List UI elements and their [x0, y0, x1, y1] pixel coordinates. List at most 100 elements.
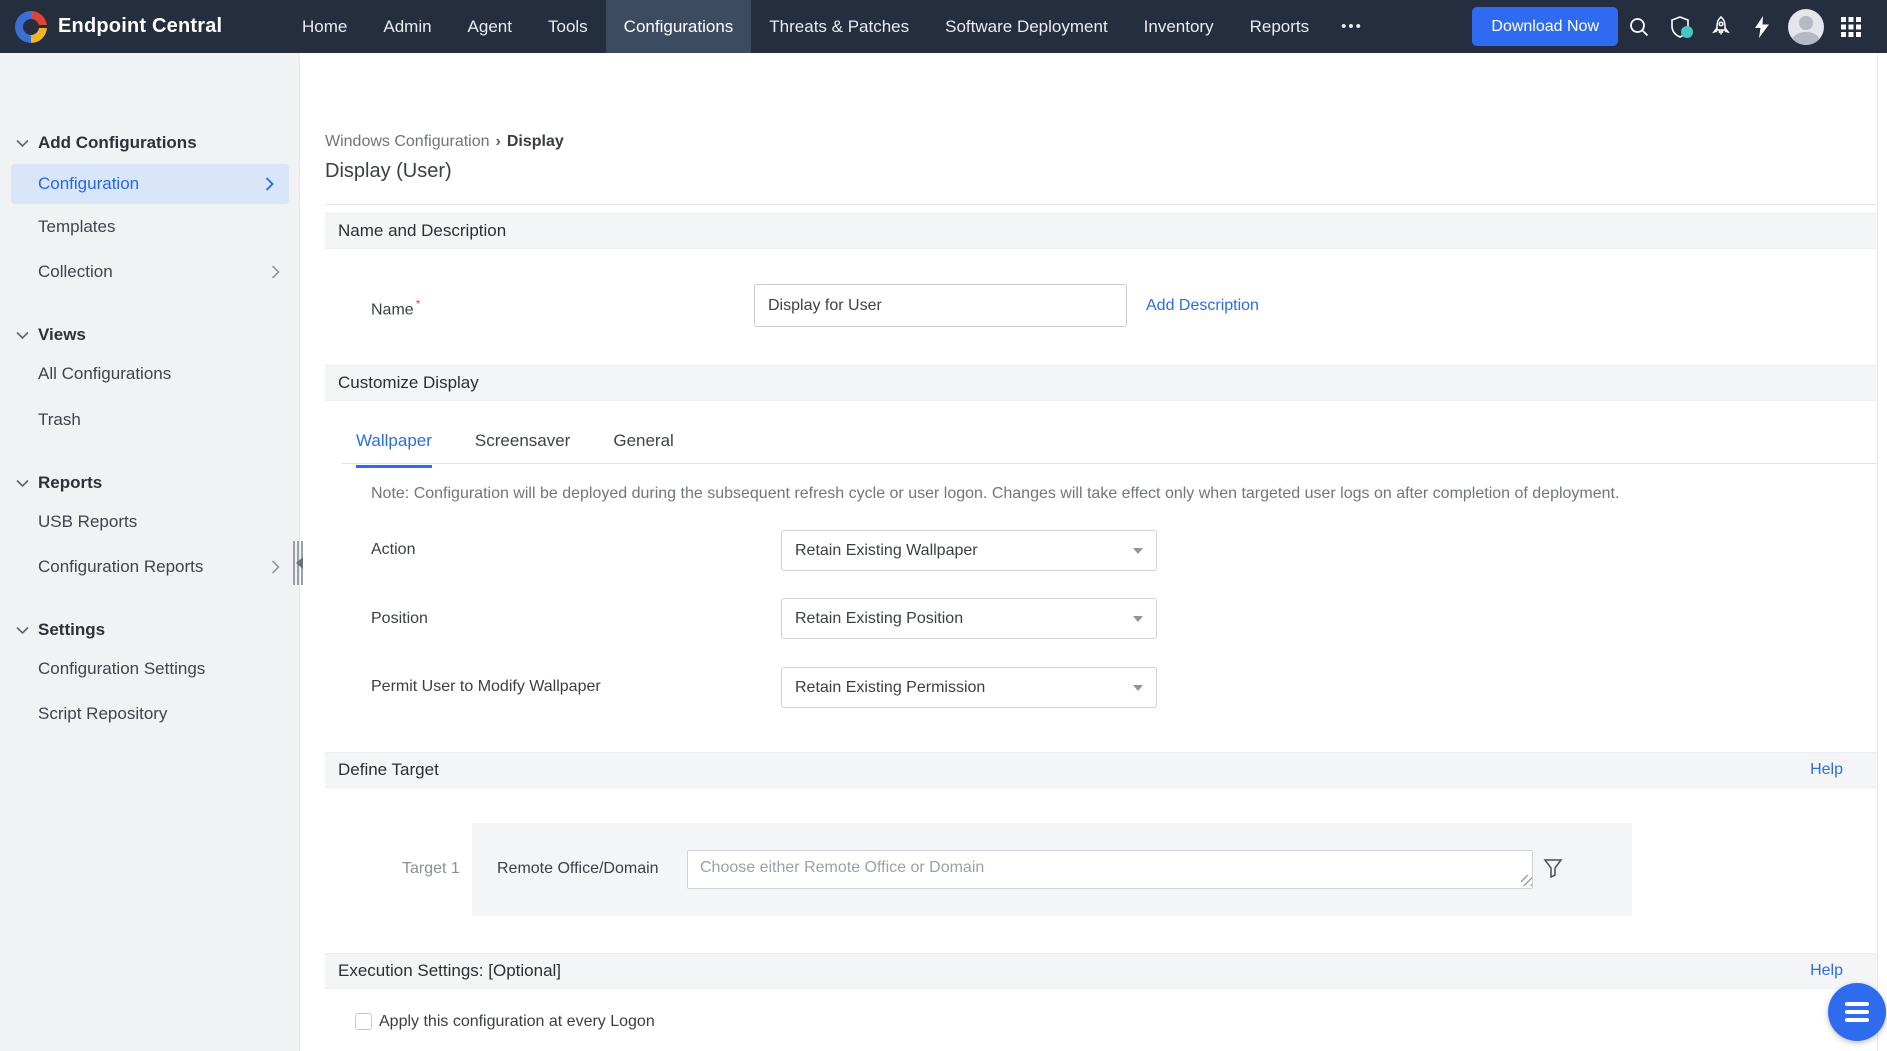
chevron-right-icon — [265, 177, 274, 196]
position-label: Position — [371, 610, 428, 628]
floating-menu-button[interactable] — [1828, 983, 1886, 1041]
breadcrumb-parent[interactable]: Windows Configuration — [325, 133, 490, 151]
sidebar-item-label: Configuration — [38, 174, 139, 194]
user-avatar[interactable] — [1788, 9, 1824, 45]
hamburger-icon — [1845, 1002, 1869, 1006]
sidebar-section-views[interactable]: Views — [0, 315, 300, 355]
action-dropdown-value: Retain Existing Wallpaper — [795, 542, 978, 560]
nav-item-inventory[interactable]: Inventory — [1126, 0, 1232, 53]
lightning-icon[interactable] — [1741, 0, 1782, 53]
sidebar-item-trash[interactable]: Trash — [0, 400, 300, 440]
section-execution-settings: Execution Settings: [Optional] Help — [325, 953, 1878, 989]
sidebar-item-all-configurations[interactable]: All Configurations — [0, 354, 300, 394]
sidebar-item-label: Templates — [38, 217, 115, 237]
permit-modify-dropdown[interactable]: Retain Existing Permission — [781, 667, 1157, 708]
collapse-arrow-icon — [296, 557, 303, 569]
apps-grid-icon[interactable] — [1830, 0, 1871, 53]
nav-item-software-deployment[interactable]: Software Deployment — [927, 0, 1126, 53]
dropdown-caret-icon — [1133, 616, 1143, 622]
sidebar-item-label: Configuration Settings — [38, 659, 205, 679]
apply-every-logon-label[interactable]: Apply this configuration at every Logon — [379, 1013, 655, 1031]
remote-office-domain-label: Remote Office/Domain — [497, 860, 659, 878]
section-title: Define Target — [338, 760, 439, 780]
rocket-icon[interactable] — [1700, 0, 1741, 53]
endpoint-central-app: Endpoint Central Home Admin Agent Tools … — [0, 0, 1887, 1051]
dropdown-caret-icon — [1133, 548, 1143, 554]
sidebar-item-configuration-settings[interactable]: Configuration Settings — [0, 649, 300, 689]
action-dropdown[interactable]: Retain Existing Wallpaper — [781, 530, 1157, 571]
download-now-button[interactable]: Download Now — [1472, 7, 1618, 46]
page-title: Display (User) — [325, 160, 452, 183]
chevron-down-icon — [16, 479, 29, 488]
sidebar-item-label: Trash — [38, 410, 81, 430]
permit-modify-label: Permit User to Modify Wallpaper — [371, 678, 601, 696]
dropdown-caret-icon — [1133, 685, 1143, 691]
section-title: Customize Display — [338, 373, 479, 393]
chevron-right-icon — [271, 560, 280, 579]
top-navbar: Endpoint Central Home Admin Agent Tools … — [0, 0, 1887, 53]
shield-status-dot — [1681, 26, 1693, 38]
section-define-target: Define Target Help — [325, 752, 1878, 788]
chevron-down-icon — [16, 331, 29, 340]
sidebar-item-templates[interactable]: Templates — [0, 207, 300, 247]
name-label: Name* — [371, 297, 420, 319]
chevron-right-icon — [271, 265, 280, 284]
sidebar-item-label: Collection — [38, 262, 113, 282]
sidebar: Add Configurations Configuration Templat… — [0, 53, 300, 1051]
sidebar-section-reports[interactable]: Reports — [0, 463, 300, 503]
position-dropdown[interactable]: Retain Existing Position — [781, 598, 1157, 639]
permit-modify-dropdown-value: Retain Existing Permission — [795, 679, 985, 697]
nav-item-home[interactable]: Home — [284, 0, 365, 53]
position-dropdown-value: Retain Existing Position — [795, 610, 963, 628]
sidebar-item-label: All Configurations — [38, 364, 171, 384]
remote-office-domain-input[interactable] — [687, 850, 1533, 889]
target-number-label: Target 1 — [402, 860, 460, 878]
section-title: Name and Description — [338, 221, 506, 241]
sidebar-item-script-repository[interactable]: Script Repository — [0, 694, 300, 734]
sidebar-section-add-configurations[interactable]: Add Configurations — [0, 123, 300, 163]
chevron-down-icon — [16, 626, 29, 635]
tab-general[interactable]: General — [613, 431, 673, 468]
primary-nav: Home Admin Agent Tools Configurations Th… — [284, 0, 1377, 53]
sidebar-item-label: Script Repository — [38, 704, 167, 724]
shield-security-icon[interactable] — [1659, 0, 1700, 53]
nav-item-agent[interactable]: Agent — [450, 0, 530, 53]
title-divider — [325, 204, 1878, 205]
sidebar-section-title: Views — [38, 325, 86, 345]
add-description-link[interactable]: Add Description — [1146, 297, 1259, 315]
breadcrumb-separator: › — [496, 133, 501, 151]
section-name-description: Name and Description — [325, 213, 1878, 249]
endpoint-central-logo-icon — [15, 11, 47, 43]
textarea-resize-grip[interactable] — [1521, 875, 1532, 886]
sidebar-item-collection[interactable]: Collection — [0, 252, 300, 292]
sidebar-collapse-handle[interactable] — [293, 540, 309, 586]
define-target-help-link[interactable]: Help — [1810, 761, 1843, 779]
brand[interactable]: Endpoint Central — [0, 0, 250, 53]
nav-item-threats-patches[interactable]: Threats & Patches — [751, 0, 927, 53]
search-icon[interactable] — [1618, 0, 1659, 53]
nav-item-configurations[interactable]: Configurations — [606, 0, 752, 53]
execution-settings-help-link[interactable]: Help — [1810, 962, 1843, 980]
breadcrumb: Windows Configuration › Display — [325, 133, 564, 151]
tab-screensaver[interactable]: Screensaver — [475, 431, 570, 468]
sidebar-section-title: Add Configurations — [38, 133, 197, 153]
sidebar-item-configuration[interactable]: Configuration — [11, 164, 289, 204]
filter-funnel-icon[interactable] — [1543, 858, 1563, 884]
customize-tabs: Wallpaper Screensaver General — [356, 431, 674, 468]
sidebar-section-settings[interactable]: Settings — [0, 610, 300, 650]
avatar-body — [1792, 32, 1820, 45]
tab-wallpaper[interactable]: Wallpaper — [356, 431, 432, 468]
nav-more-menu[interactable]: ••• — [1327, 0, 1377, 53]
apply-every-logon-checkbox[interactable] — [355, 1013, 372, 1030]
sidebar-section-title: Settings — [38, 620, 105, 640]
section-customize-display: Customize Display — [325, 365, 1878, 401]
sidebar-item-configuration-reports[interactable]: Configuration Reports — [0, 547, 300, 587]
nav-item-tools[interactable]: Tools — [530, 0, 606, 53]
navbar-right-cluster: Download Now — [1472, 0, 1887, 53]
deployment-note: Note: Configuration will be deployed dur… — [371, 485, 1619, 503]
name-input[interactable] — [754, 284, 1127, 327]
nav-item-reports[interactable]: Reports — [1232, 0, 1328, 53]
section-title: Execution Settings: [Optional] — [338, 961, 561, 981]
sidebar-item-usb-reports[interactable]: USB Reports — [0, 502, 300, 542]
nav-item-admin[interactable]: Admin — [365, 0, 449, 53]
